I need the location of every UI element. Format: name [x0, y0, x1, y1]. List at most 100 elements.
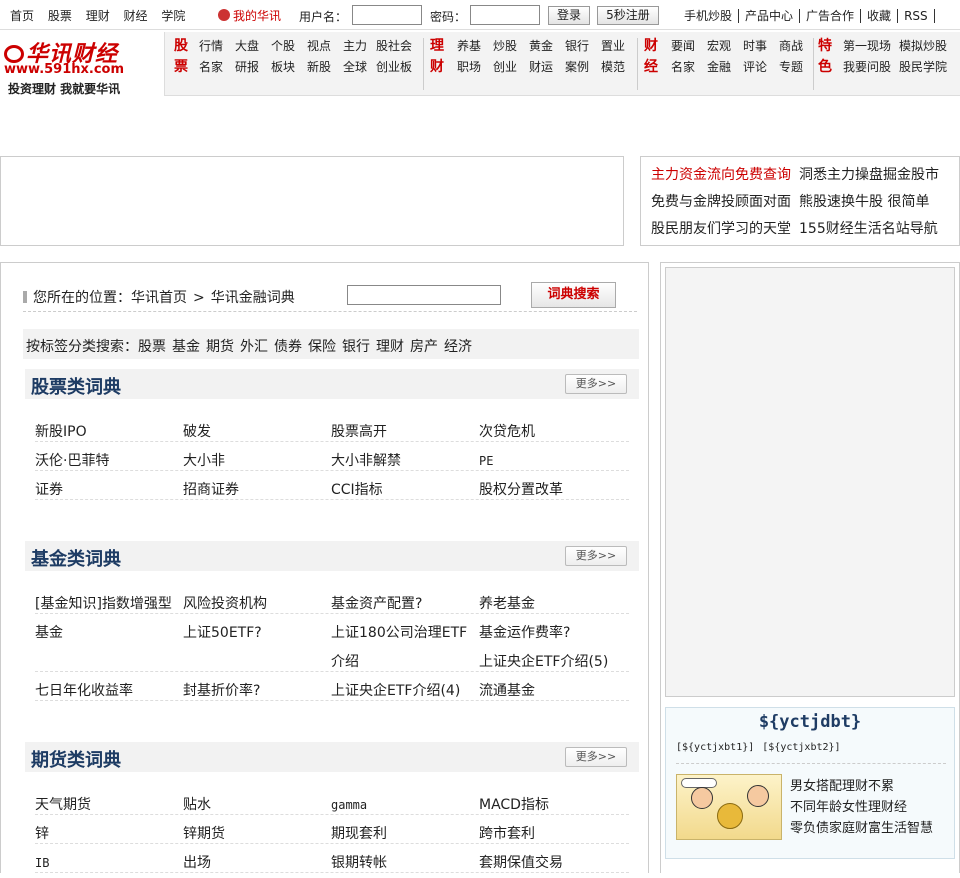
nav-item[interactable]: 案例	[559, 57, 595, 78]
register-button[interactable]: 5秒注册	[597, 6, 659, 25]
tag-link[interactable]: 理财	[376, 339, 404, 355]
nav-item[interactable]: 金融	[701, 57, 737, 78]
recommend-title[interactable]: ${yctjdbt}	[666, 712, 954, 732]
nav-cat-stock[interactable]: 股票	[173, 36, 189, 78]
tag-link[interactable]: 保险	[308, 339, 336, 355]
nav-item[interactable]: 个股	[265, 36, 301, 57]
more-button[interactable]: 更多>>	[565, 374, 627, 394]
nav-item[interactable]: 我要问股	[839, 57, 895, 78]
top-nav-stock[interactable]: 股票	[48, 9, 72, 23]
term-link[interactable]: 基金运作费率?	[479, 619, 627, 648]
promo-link[interactable]: 155财经生活名站导航	[799, 221, 938, 237]
recommend-item[interactable]: 不同年龄女性理财经	[790, 797, 933, 818]
nav-item[interactable]: 股民学院	[895, 57, 951, 78]
site-logo[interactable]: 华讯财经 www.591hx.com 投资理财 我就要华讯	[0, 34, 158, 96]
nav-item[interactable]: 名家	[665, 57, 701, 78]
nav-item[interactable]: 养基	[451, 36, 487, 57]
nav-item[interactable]: 专题	[773, 57, 809, 78]
tag-link[interactable]: 期货	[206, 339, 234, 355]
recommend-link[interactable]: [${yctjxbt2}]	[762, 742, 840, 753]
tag-link[interactable]: 房产	[410, 339, 438, 355]
top-nav-economy[interactable]: 财经	[124, 9, 148, 23]
breadcrumb-home[interactable]: 华讯首页	[131, 290, 187, 306]
nav-item[interactable]: 模范	[595, 57, 631, 78]
term-link[interactable]: CCI指标	[331, 476, 479, 505]
term-link[interactable]: 招商证券	[183, 476, 331, 505]
term-link[interactable]: 证券	[35, 476, 183, 505]
tag-link[interactable]: 股票	[138, 339, 166, 355]
recommend-item[interactable]: 男女搭配理财不累	[790, 776, 933, 797]
username-input[interactable]	[352, 5, 422, 25]
more-button[interactable]: 更多>>	[565, 546, 627, 566]
nav-cat-economy[interactable]: 财经	[643, 36, 659, 78]
nav-item[interactable]: 评论	[737, 57, 773, 78]
dictionary-search-button[interactable]: 词典搜索	[531, 282, 616, 308]
nav-item[interactable]: 股社会	[373, 36, 415, 57]
promo-link[interactable]: 主力资金流向免费查询	[651, 167, 791, 183]
top-link-products[interactable]: 产品中心	[739, 9, 801, 23]
top-nav-home[interactable]: 首页	[10, 9, 34, 23]
nav-item[interactable]: 视点	[301, 36, 337, 57]
my-hx-link[interactable]: 我的华讯	[218, 7, 281, 24]
nav-item[interactable]: 银行	[559, 36, 595, 57]
nav-item[interactable]: 财运	[523, 57, 559, 78]
top-link-favorite[interactable]: 收藏	[861, 9, 899, 23]
promo-link[interactable]: 熊股速换牛股 很简单	[799, 194, 929, 210]
nav-item[interactable]: 创业板	[373, 57, 415, 78]
nav-item[interactable]: 新股	[301, 57, 337, 78]
top-nav-academy[interactable]: 学院	[161, 9, 185, 23]
tag-link[interactable]: 经济	[444, 339, 472, 355]
term-link[interactable]: 上证50ETF?	[183, 619, 331, 648]
nav-item[interactable]: 置业	[595, 36, 631, 57]
nav-cat-finance[interactable]: 理财	[429, 36, 445, 78]
promo-link[interactable]: 股民朋友们学习的天堂	[651, 221, 791, 237]
nav-item[interactable]: 全球	[337, 57, 373, 78]
nav-item[interactable]: 主力	[337, 36, 373, 57]
term-link[interactable]: 出场	[183, 849, 331, 878]
promo-link[interactable]: 洞悉主力操盘掘金股市	[799, 167, 939, 183]
top-link-mobile[interactable]: 手机炒股	[684, 9, 740, 23]
sidebar-ad[interactable]	[665, 267, 955, 697]
nav-item[interactable]: 板块	[265, 57, 301, 78]
term-link[interactable]: IB	[35, 849, 183, 878]
nav-cat-special[interactable]: 特色	[817, 36, 833, 78]
term-link[interactable]: 股权分置改革	[479, 476, 627, 505]
nav-item[interactable]: 第一现场	[839, 36, 895, 57]
password-input[interactable]	[470, 5, 540, 25]
login-button[interactable]: 登录	[548, 6, 590, 25]
banner-ad[interactable]	[0, 156, 624, 246]
nav-item[interactable]: 研报	[229, 57, 265, 78]
top-link-rss[interactable]: RSS	[898, 9, 935, 23]
nav-item[interactable]: 模拟炒股	[895, 36, 951, 57]
nav-item[interactable]: 创业	[487, 57, 523, 78]
term-link[interactable]: 银期转帐	[331, 849, 479, 878]
term-link[interactable]: 上证180公司治理ETF介绍	[331, 619, 479, 677]
recommend-item[interactable]: 零负债家庭财富生活智慧	[790, 818, 933, 839]
tag-link[interactable]: 外汇	[240, 339, 268, 355]
term-link[interactable]: 流通基金	[479, 677, 627, 706]
nav-item[interactable]: 宏观	[701, 36, 737, 57]
nav-item[interactable]: 时事	[737, 36, 773, 57]
term-link[interactable]: 套期保值交易	[479, 849, 627, 878]
promo-link[interactable]: 免费与金牌投顾面对面	[651, 194, 791, 210]
tag-link[interactable]: 银行	[342, 339, 370, 355]
nav-item[interactable]: 黄金	[523, 36, 559, 57]
dictionary-search-input[interactable]	[347, 285, 501, 305]
recommend-link[interactable]: [${yctjxbt1}]	[676, 742, 754, 753]
term-link[interactable]: 上证央企ETF介绍(4)	[331, 677, 479, 706]
tag-link[interactable]: 基金	[172, 339, 200, 355]
term-link[interactable]: 基金	[35, 619, 183, 648]
nav-item[interactable]: 大盘	[229, 36, 265, 57]
top-link-ads[interactable]: 广告合作	[800, 9, 862, 23]
more-button[interactable]: 更多>>	[565, 747, 627, 767]
tag-link[interactable]: 债券	[274, 339, 302, 355]
nav-item[interactable]: 要闻	[665, 36, 701, 57]
cartoon-image[interactable]	[676, 774, 782, 840]
nav-item[interactable]: 名家	[193, 57, 229, 78]
nav-item[interactable]: 行情	[193, 36, 229, 57]
term-link[interactable]: 七日年化收益率	[35, 677, 183, 706]
nav-item[interactable]: 炒股	[487, 36, 523, 57]
nav-item[interactable]: 职场	[451, 57, 487, 78]
nav-item[interactable]: 商战	[773, 36, 809, 57]
top-nav-finance[interactable]: 理财	[86, 9, 110, 23]
